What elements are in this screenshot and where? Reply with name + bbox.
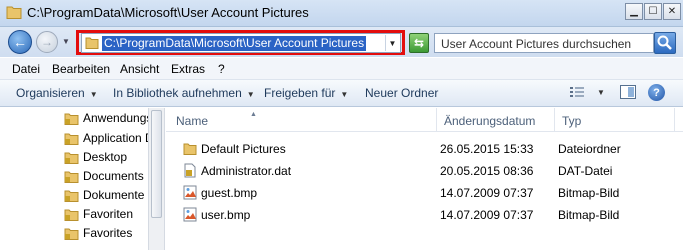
menu-bearbeiten[interactable]: Bearbeiten [52,62,110,76]
menu-ansicht[interactable]: Ansicht [120,62,159,76]
title-bar: C:\ProgramData\Microsoft\User Account Pi… [0,0,683,27]
nav-item[interactable]: Favoriten [64,205,133,223]
address-bar[interactable]: C:\ProgramData\Microsoft\User Account Pi… [81,33,401,53]
nav-item[interactable]: Favorites [64,224,132,242]
file-name: user.bmp [201,208,251,222]
folder-icon [6,6,22,19]
file-name: Administrator.dat [201,164,292,178]
column-header-type[interactable]: Typ [555,108,675,132]
file-name: Default Pictures [201,142,286,156]
nav-label: Favoriten [83,207,134,221]
menu-extras[interactable]: Extras [171,62,205,76]
nav-label: Desktop [83,150,128,164]
nav-item[interactable]: Dokumente [64,186,144,204]
bitmap-icon [183,185,197,200]
file-date: 14.07.2009 07:37 [440,208,534,222]
address-path[interactable]: C:\ProgramData\Microsoft\User Account Pi… [102,36,367,51]
address-dropdown-button[interactable]: ▼ [385,35,399,51]
forward-button[interactable]: → [36,31,58,53]
close-button[interactable]: ✕ [663,3,681,20]
table-row[interactable]: Administrator.dat 20.05.2015 08:36 DAT-D… [166,160,683,182]
folder-icon [183,143,197,155]
nav-item[interactable]: Anwendungs [64,109,148,127]
chevron-down-icon: ▼ [89,90,98,99]
dat-file-icon [184,163,196,178]
chevron-down-icon: ▼ [388,38,397,48]
file-type: Bitmap-Bild [558,208,620,222]
bitmap-icon [183,207,197,222]
file-date: 20.05.2015 08:36 [440,164,534,178]
locked-folder-icon [64,133,79,145]
nav-label: Application D [83,131,148,145]
locked-folder-icon [64,171,79,183]
column-headers: ▲ Name Änderungsdatum Typ [166,108,683,132]
minimize-button[interactable]: ▁ [625,3,643,20]
menu-help[interactable]: ? [218,62,225,76]
view-options-icon[interactable] [570,86,584,98]
refresh-button[interactable]: ⇆ [409,33,429,53]
menu-datei[interactable]: Datei [12,62,40,76]
nav-label: Dokumente [83,188,145,202]
share-button[interactable]: Freigeben für ▼ [264,86,348,100]
organize-button[interactable]: Organisieren ▼ [16,86,98,100]
file-type: DAT-Datei [558,164,613,178]
refresh-icon: ⇆ [413,36,425,50]
file-name: guest.bmp [201,186,258,200]
file-type: Dateiordner [558,142,621,156]
view-dropdown[interactable]: ▼ [597,88,605,97]
recent-pages-dropdown[interactable]: ▼ [62,37,70,46]
search-input[interactable]: User Account Pictures durchsuchen [434,33,654,53]
address-row: ← → ▼ C:\ProgramData\Microsoft\User Acco… [0,27,683,57]
forward-arrow-icon: → [41,35,53,49]
nav-item[interactable]: Application D [64,129,148,147]
table-row[interactable]: Default Pictures 26.05.2015 15:33 Dateio… [166,138,683,160]
nav-label: Documents [83,169,144,183]
preview-pane-icon[interactable] [620,85,636,99]
nav-item[interactable]: Desktop [64,148,127,166]
search-placeholder: User Account Pictures durchsuchen [441,37,632,51]
locked-folder-icon [64,152,79,164]
folder-icon [85,37,99,49]
table-row[interactable]: guest.bmp 14.07.2009 07:37 Bitmap-Bild [166,182,683,204]
file-list: ▲ Name Änderungsdatum Typ Default Pictur… [166,108,683,250]
column-header-name[interactable]: Name [169,108,437,132]
back-arrow-icon: ← [13,34,27,50]
locked-folder-icon [64,113,79,125]
table-row[interactable]: user.bmp 14.07.2009 07:37 Bitmap-Bild [166,204,683,226]
file-date: 26.05.2015 15:33 [440,142,534,156]
chevron-down-icon: ▼ [340,90,349,99]
share-label: Freigeben für [264,86,336,100]
command-bar: Organisieren ▼ In Bibliothek aufnehmen ▼ F… [0,80,683,107]
locked-folder-icon [64,190,79,202]
include-library-button[interactable]: In Bibliothek aufnehmen ▼ [113,86,255,100]
locked-folder-icon [64,228,79,240]
locked-folder-icon [64,209,79,221]
column-header-date[interactable]: Änderungsdatum [437,108,555,132]
window-title: C:\ProgramData\Microsoft\User Account Pi… [27,5,309,20]
nav-label: Anwendungs [83,111,148,125]
chevron-down-icon: ▼ [246,90,255,99]
scrollbar-thumb[interactable] [151,110,162,218]
navigation-pane: Anwendungs Application D Desktop Documen… [0,108,148,250]
file-date: 14.07.2009 07:37 [440,186,534,200]
menu-bar: Datei Bearbeiten Ansicht Extras ? [0,58,683,80]
nav-item[interactable]: Documents [64,167,144,185]
nav-label: Favorites [83,226,133,240]
organize-label: Organisieren [16,86,85,100]
new-folder-button[interactable]: Neuer Ordner [365,86,438,100]
include-library-label: In Bibliothek aufnehmen [113,86,242,100]
file-type: Bitmap-Bild [558,186,620,200]
window-controls: ▁ ☐ ✕ [625,3,681,20]
help-icon[interactable]: ? [648,84,665,101]
search-button[interactable] [654,32,676,54]
maximize-button[interactable]: ☐ [644,3,662,20]
search-icon [657,35,672,50]
nav-scrollbar[interactable] [148,108,165,250]
back-button[interactable]: ← [8,30,32,54]
